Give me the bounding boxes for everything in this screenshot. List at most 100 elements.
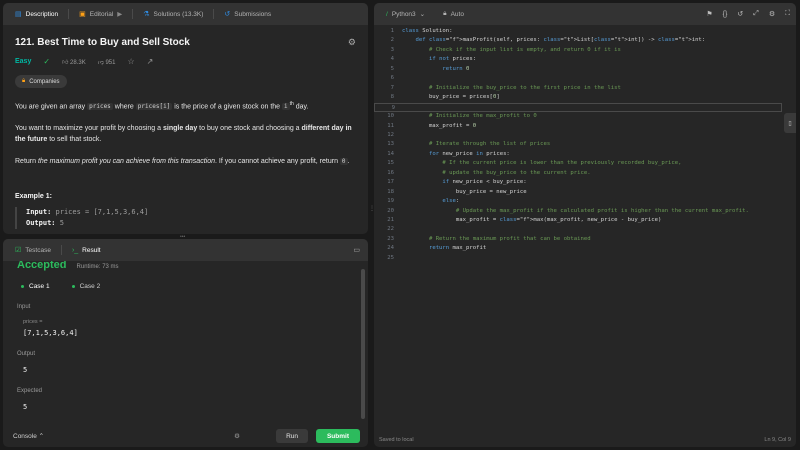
line-number: 16 bbox=[387, 169, 394, 176]
problem-meta: Easy ✓ 👍︎ 28.3K 👎︎ 951 ☆ ↗ bbox=[15, 57, 356, 66]
settings-icon[interactable]: ⚙ bbox=[769, 10, 775, 18]
problem-title[interactable]: 121. Best Time to Buy and Sell Stock bbox=[15, 37, 190, 48]
description-tabbar: ▤ Description ▣ Editorial ▶ ⚗ Solutions … bbox=[3, 3, 368, 25]
line-number: 6 bbox=[390, 75, 394, 82]
code-line[interactable]: 13 # Iterate through the list of prices bbox=[374, 140, 782, 150]
tab-testcase[interactable]: ☑ Testcase bbox=[7, 239, 59, 261]
fullscreen-icon[interactable]: ⤢ bbox=[753, 10, 759, 18]
vertical-resize-handle[interactable]: ⋮ bbox=[369, 205, 375, 215]
test-result-panel: ☑ Testcase ›_ Result ▭ Accepted Runtime:… bbox=[3, 239, 368, 447]
submit-button[interactable]: Submit bbox=[315, 429, 360, 443]
auto-mode-toggle[interactable]: 🔒︎ Auto bbox=[435, 3, 472, 25]
code-line[interactable]: 15 # If the current price is lower than … bbox=[374, 159, 782, 169]
code-line[interactable]: 17 if new_price < buy_price: bbox=[374, 178, 782, 188]
solved-check-icon: ✓ bbox=[43, 57, 51, 66]
code-line[interactable]: 6 bbox=[374, 74, 782, 84]
console-toggle[interactable]: Console ⌃ bbox=[13, 432, 44, 440]
line-number: 23 bbox=[387, 235, 394, 242]
language-select[interactable]: / Python3 ⌄ bbox=[378, 3, 433, 25]
line-content: class Solution: bbox=[402, 28, 453, 34]
code-line[interactable]: 2 def class="f">maxProfit(self, prices: … bbox=[374, 36, 782, 46]
code-line[interactable]: 14 for new_price in prices: bbox=[374, 150, 782, 160]
debug-icon[interactable]: ⚙ bbox=[234, 432, 240, 440]
example-block: Input: prices = [7,1,5,3,6,4] Output: 5 bbox=[15, 207, 356, 230]
tab-solutions[interactable]: ⚗ Solutions (13.3K) bbox=[135, 3, 211, 25]
mode-label: Auto bbox=[450, 10, 464, 18]
code-line[interactable]: 12 bbox=[374, 131, 782, 141]
line-content: # update the buy_price to the current pr… bbox=[442, 169, 591, 176]
code-line[interactable]: 22 bbox=[374, 225, 782, 235]
code-line[interactable]: 7 # Initialize the buy_price to the firs… bbox=[374, 84, 782, 94]
description-panel: ▤ Description ▣ Editorial ▶ ⚗ Solutions … bbox=[3, 3, 368, 234]
input-value: [7,1,5,3,6,4] bbox=[23, 329, 78, 337]
input-param-name: prices = bbox=[23, 319, 43, 325]
input-value-box: prices = [7,1,5,3,6,4] bbox=[17, 316, 354, 340]
side-panel-toggle[interactable]: ▯ bbox=[784, 113, 796, 133]
expected-value: 5 bbox=[23, 403, 28, 411]
line-number: 1 bbox=[390, 28, 394, 34]
dislike-button[interactable]: 👎︎ 951 bbox=[98, 58, 116, 66]
code-line[interactable]: 11 max_profit = 0 bbox=[374, 122, 782, 132]
companies-label: Companies bbox=[29, 78, 60, 85]
lock-icon: 🔒︎ bbox=[22, 78, 26, 84]
run-button[interactable]: Run bbox=[276, 429, 308, 443]
runtime-text: Runtime: 73 ms bbox=[76, 264, 119, 270]
chevron-down-icon: ⌄ bbox=[419, 11, 426, 18]
code-line[interactable]: 18 buy_price = new_price bbox=[374, 188, 782, 198]
line-number: 3 bbox=[390, 46, 394, 53]
settings-icon[interactable]: ⚙ bbox=[348, 37, 356, 48]
case-label: Case 2 bbox=[79, 283, 101, 290]
code-line[interactable]: 20 # Update the max_profit if the calcul… bbox=[374, 207, 782, 217]
result-body: Accepted Runtime: 73 ms Case 1 Case 2 In… bbox=[3, 259, 368, 414]
line-content: # Initialize the max_profit to 0 bbox=[428, 113, 537, 120]
code-line[interactable]: 3 # Check if the input list is empty, an… bbox=[374, 46, 782, 56]
star-icon[interactable]: ☆ bbox=[127, 57, 134, 66]
case-2-tab[interactable]: Case 2 bbox=[68, 280, 105, 293]
collapse-panel-icon[interactable]: ▭ bbox=[353, 246, 360, 254]
code-line[interactable]: 8 buy_price = prices[0] bbox=[374, 93, 782, 103]
example-title: Example 1: bbox=[15, 193, 52, 201]
tab-label: Solutions (13.3K) bbox=[153, 10, 204, 18]
code-line[interactable]: 1 class Solution: bbox=[374, 27, 782, 37]
code-line[interactable]: 19 else: bbox=[374, 197, 782, 207]
tab-submissions[interactable]: ↺ Submissions bbox=[216, 3, 279, 25]
flask-icon: ⚗ bbox=[143, 11, 150, 18]
code-line[interactable]: 21 max_profit = class="f">max(max_profit… bbox=[374, 216, 782, 226]
code-line[interactable]: 9 bbox=[374, 102, 782, 113]
code-line[interactable]: 10 # Initialize the max_profit to 0 bbox=[374, 112, 782, 122]
pass-dot-icon bbox=[21, 285, 24, 288]
code-line[interactable]: 5 return 0 bbox=[374, 65, 782, 75]
code-line[interactable]: 24 return max_profit bbox=[374, 244, 782, 254]
line-content: buy_price = new_price bbox=[402, 188, 527, 195]
tab-result[interactable]: ›_ Result bbox=[64, 239, 109, 261]
code-line[interactable]: 4 if not prices: bbox=[374, 55, 782, 65]
bookmark-icon[interactable]: ⚑ bbox=[706, 10, 712, 18]
like-count: 28.3K bbox=[70, 59, 86, 66]
companies-tag[interactable]: 🔒︎ Companies bbox=[15, 75, 67, 88]
line-content: # Check if the input list is empty, and … bbox=[428, 46, 621, 53]
cursor-position: Ln 9, Col 9 bbox=[764, 437, 791, 443]
share-icon[interactable]: ↗ bbox=[147, 57, 154, 66]
line-number: 25 bbox=[387, 254, 394, 261]
tab-description[interactable]: ▤ Description bbox=[7, 3, 66, 25]
line-content: for new_price in prices: bbox=[428, 150, 510, 157]
case-1-tab[interactable]: Case 1 bbox=[17, 280, 54, 293]
test-tabbar: ☑ Testcase ›_ Result ▭ bbox=[3, 239, 368, 261]
code-area[interactable]: 1 class Solution: 2 def class="f">maxProfi… bbox=[374, 27, 782, 433]
tab-label: Testcase bbox=[25, 246, 51, 254]
reset-icon[interactable]: ↺ bbox=[737, 10, 743, 18]
line-number: 19 bbox=[387, 198, 394, 205]
braces-icon[interactable]: {} bbox=[723, 11, 728, 18]
code-line[interactable]: 16 # update the buy_price to the current… bbox=[374, 169, 782, 179]
like-button[interactable]: 👍︎ 28.3K bbox=[62, 58, 86, 66]
problem-statement-1: You are given an array prices where pric… bbox=[15, 101, 309, 111]
divider bbox=[60, 245, 62, 255]
line-content: if new_price < buy_price: bbox=[442, 179, 527, 186]
line-number: 2 bbox=[390, 37, 394, 44]
code-line[interactable]: 25 bbox=[374, 254, 782, 264]
output-value: 5 bbox=[23, 366, 28, 374]
expand-icon[interactable]: ⛶ bbox=[785, 10, 790, 18]
tab-editorial[interactable]: ▣ Editorial ▶ bbox=[71, 3, 130, 25]
code-line[interactable]: 23 # Return the maximum profit that can … bbox=[374, 235, 782, 245]
result-scrollbar[interactable] bbox=[361, 269, 365, 419]
